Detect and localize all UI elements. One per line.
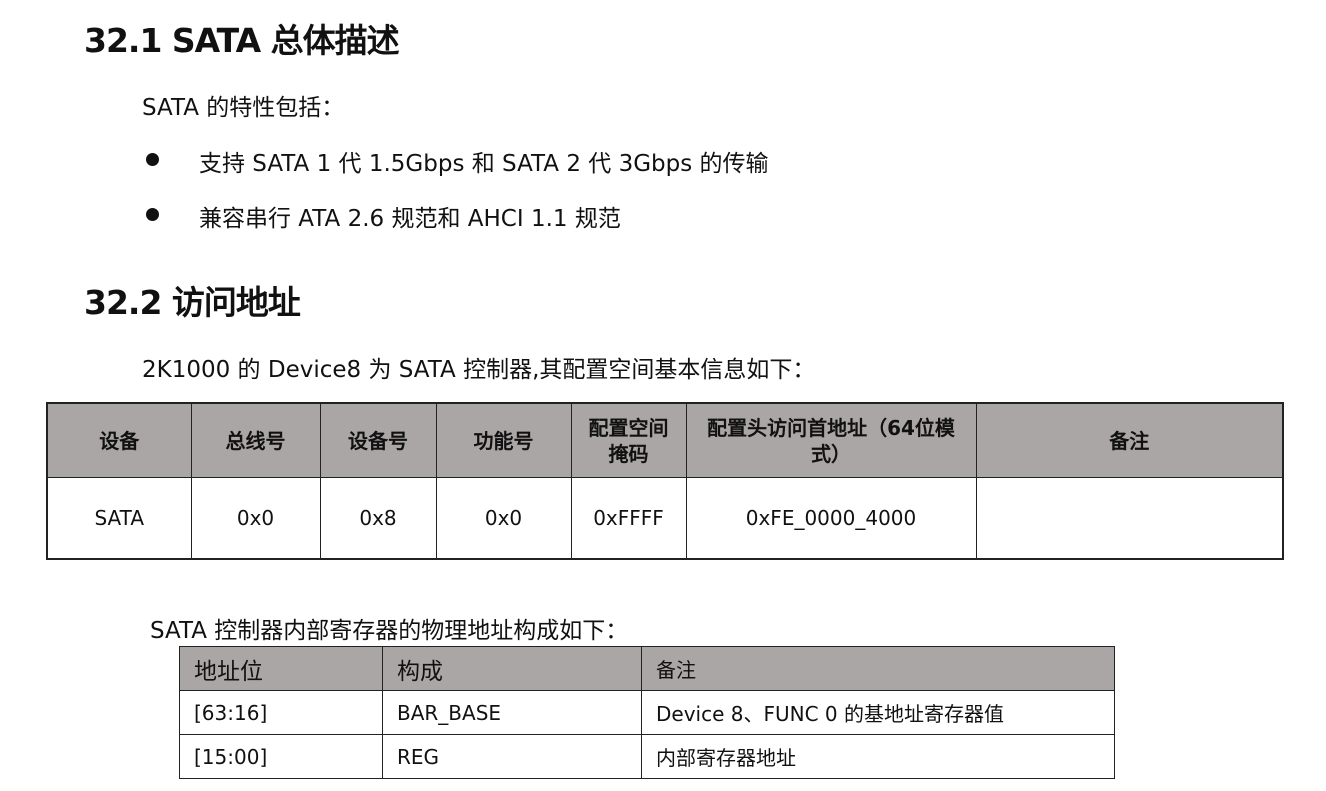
bullet-item: 支持 SATA 1 代 1.5Gbps 和 SATA 2 代 3Gbps 的传输: [199, 151, 769, 177]
header-cell: 配置头访问首地址（64位模式）: [685, 402, 977, 478]
cell: [63:16]: [179, 690, 383, 735]
cell: 0xFFFF: [570, 477, 687, 560]
header-cell: 构成: [382, 646, 642, 691]
cell: 内部寄存器地址: [641, 734, 1115, 779]
cell: SATA: [46, 477, 192, 560]
bullet-item: 兼容串行 ATA 2.6 规范和 AHCI 1.1 规范: [199, 206, 621, 232]
table-header-row: 设备 总线号 设备号 功能号 配置空间掩码 配置头访问首地址（64位模式） 备注: [46, 402, 1284, 478]
header-cell: 备注: [975, 402, 1284, 478]
intro-text: SATA 的特性包括：: [142, 95, 345, 121]
header-cell: 地址位: [179, 646, 383, 691]
cell: 0x0: [190, 477, 321, 560]
intro-text: SATA 控制器内部寄存器的物理地址构成如下：: [150, 618, 629, 644]
header-cell: 设备: [46, 402, 192, 478]
section-heading-sata-overview: 32.1 SATA 总体描述: [84, 21, 400, 60]
cell: 0x8: [319, 477, 437, 560]
header-cell: 配置空间掩码: [570, 402, 687, 478]
cell: [15:00]: [179, 734, 383, 779]
address-composition-table: 地址位 构成 备注 [63:16] BAR_BASE Device 8、FUNC…: [179, 646, 1115, 779]
cell: [975, 477, 1284, 560]
cell: 0x0: [435, 477, 572, 560]
table-header-row: 地址位 构成 备注: [179, 646, 1115, 691]
cell: BAR_BASE: [382, 690, 642, 735]
header-cell: 总线号: [190, 402, 321, 478]
header-cell: 功能号: [435, 402, 572, 478]
table-row: [63:16] BAR_BASE Device 8、FUNC 0 的基地址寄存器…: [179, 690, 1115, 735]
config-space-table: 设备 总线号 设备号 功能号 配置空间掩码 配置头访问首地址（64位模式） 备注…: [46, 402, 1284, 560]
cell: Device 8、FUNC 0 的基地址寄存器值: [641, 690, 1115, 735]
cell: REG: [382, 734, 642, 779]
cell: 0xFE_0000_4000: [685, 477, 977, 560]
bullet-icon: [146, 153, 159, 166]
bullet-icon: [146, 208, 159, 221]
header-cell: 备注: [641, 646, 1115, 691]
intro-text: 2K1000 的 Device8 为 SATA 控制器,其配置空间基本信息如下：: [142, 357, 816, 383]
table-row: SATA 0x0 0x8 0x0 0xFFFF 0xFE_0000_4000: [46, 477, 1284, 560]
section-heading-access-address: 32.2 访问地址: [84, 283, 301, 322]
header-cell: 设备号: [319, 402, 437, 478]
table-row: [15:00] REG 内部寄存器地址: [179, 734, 1115, 779]
